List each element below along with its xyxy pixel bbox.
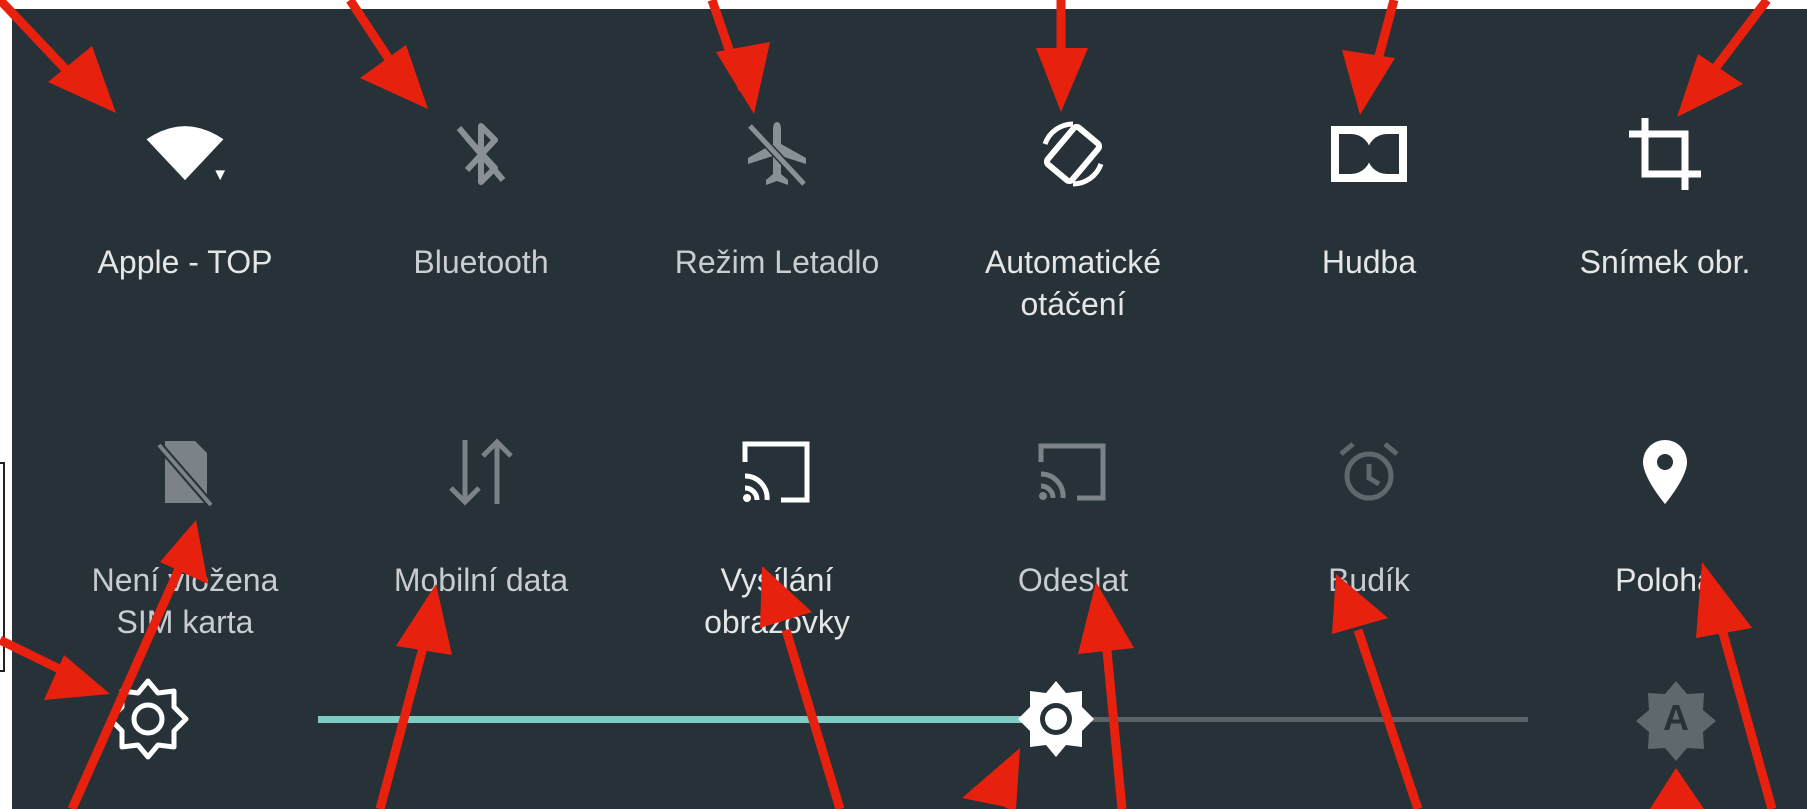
tile-label-screenshot: Snímek obr. xyxy=(1579,244,1751,280)
tile-auto-rotate[interactable]: Automatické otáčení xyxy=(925,109,1221,359)
tile-music[interactable]: Hudba xyxy=(1221,109,1517,359)
tile-mobile-data[interactable]: Mobilní data xyxy=(333,427,629,677)
tile-label-sim: Není vložena SIM karta xyxy=(91,562,279,640)
dolby-icon xyxy=(1324,109,1414,199)
side-box xyxy=(0,462,5,672)
auto-rotate-icon xyxy=(1028,109,1118,199)
tile-location[interactable]: Poloha xyxy=(1517,427,1807,677)
alarm-icon xyxy=(1324,427,1414,517)
tile-bluetooth[interactable]: Bluetooth xyxy=(333,109,629,359)
cast-send-icon xyxy=(1028,427,1118,517)
quick-settings-panel: Apple - TOP Bluetooth Režim Letadlo Auto… xyxy=(12,9,1807,809)
tile-label-airplane-mode: Režim Letadlo xyxy=(674,244,880,280)
slider-fill xyxy=(318,716,1057,723)
tile-label-location: Poloha xyxy=(1615,562,1715,598)
tile-label-wifi: Apple - TOP xyxy=(97,244,273,280)
slider-thumb[interactable] xyxy=(1016,679,1096,759)
auto-brightness-letter: A xyxy=(1663,697,1689,738)
tile-send[interactable]: Odeslat xyxy=(925,427,1221,677)
tile-label-bluetooth: Bluetooth xyxy=(413,244,549,280)
tile-label-music: Hudba xyxy=(1321,244,1417,280)
tile-label-alarm: Budík xyxy=(1328,562,1410,598)
cast-icon xyxy=(732,427,822,517)
crop-icon xyxy=(1620,109,1710,199)
tile-label-screen-cast: Vysílání obrazovky xyxy=(704,562,850,640)
brightness-slider[interactable] xyxy=(318,681,1528,757)
tile-label-send: Odeslat xyxy=(1017,562,1129,598)
tile-screenshot[interactable]: Snímek obr. xyxy=(1517,109,1807,359)
tile-wifi[interactable]: Apple - TOP xyxy=(37,109,333,359)
brightness-row: A xyxy=(12,669,1807,769)
mobile-data-icon xyxy=(436,427,526,517)
tile-alarm[interactable]: Budík xyxy=(1221,427,1517,677)
tile-label-mobile-data: Mobilní data xyxy=(393,562,569,598)
tile-label-auto-rotate: Automatické otáčení xyxy=(984,244,1162,322)
auto-brightness-icon[interactable]: A xyxy=(1632,677,1720,765)
no-sim-icon xyxy=(140,427,230,517)
airplane-icon xyxy=(732,109,822,199)
tile-airplane-mode[interactable]: Režim Letadlo xyxy=(629,109,925,359)
wifi-icon xyxy=(140,109,230,199)
brightness-icon xyxy=(104,675,192,763)
tile-sim[interactable]: Není vložena SIM karta xyxy=(37,427,333,677)
location-icon xyxy=(1620,427,1710,517)
tile-screen-cast[interactable]: Vysílání obrazovky xyxy=(629,427,925,677)
bluetooth-off-icon xyxy=(436,109,526,199)
